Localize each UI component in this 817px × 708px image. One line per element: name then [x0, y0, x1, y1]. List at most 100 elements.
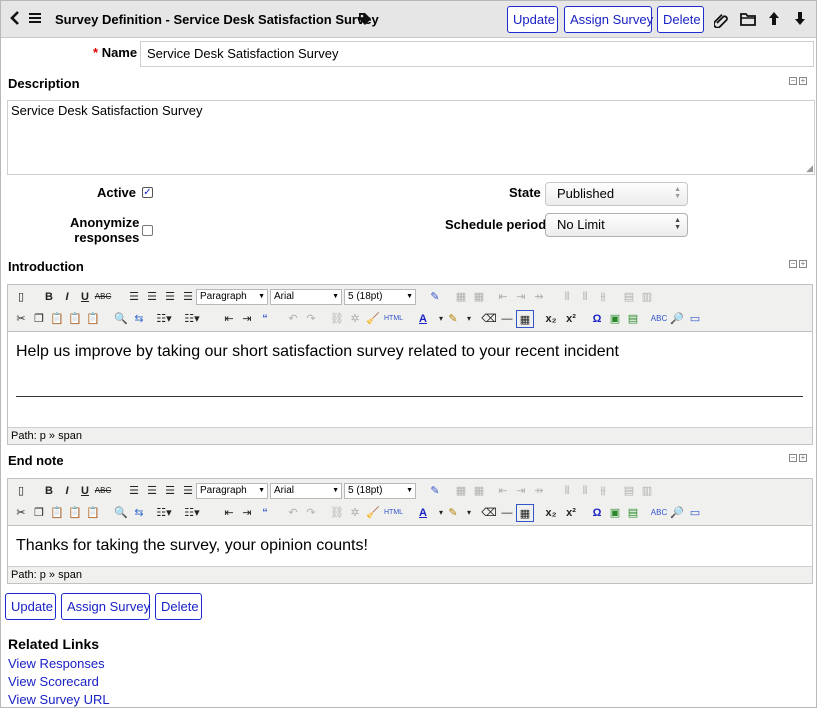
preview-icon[interactable]: 🔎: [668, 504, 686, 522]
view-responses-link[interactable]: View Responses: [8, 656, 105, 671]
col-before-icon[interactable]: ⫴: [558, 482, 576, 500]
align-justify-icon[interactable]: ☰: [179, 288, 197, 306]
html-source-icon[interactable]: HTML: [384, 504, 403, 522]
unlink-icon[interactable]: ✲: [346, 504, 364, 522]
view-scorecard-link[interactable]: View Scorecard: [8, 674, 99, 689]
spellcheck-icon[interactable]: ABC: [650, 310, 668, 328]
description-collapse-controls[interactable]: − +: [787, 76, 807, 85]
horizontal-rule-icon[interactable]: —: [498, 310, 516, 328]
subscript-icon[interactable]: x₂: [542, 310, 560, 328]
cut-icon[interactable]: ✂: [12, 310, 30, 328]
text-color-icon[interactable]: A: [414, 310, 432, 328]
visual-aid-icon[interactable]: ▦: [516, 310, 534, 328]
numbered-list-icon[interactable]: ☷▾: [183, 310, 201, 328]
bullet-list-icon[interactable]: ☷▾: [155, 310, 173, 328]
indent-icon[interactable]: ⇥: [238, 310, 256, 328]
align-center-icon[interactable]: ☰: [143, 482, 161, 500]
italic-icon[interactable]: I: [58, 482, 76, 500]
col-after-icon[interactable]: ⫴: [576, 288, 594, 306]
delete-col-icon[interactable]: ⫵: [594, 288, 612, 306]
folder-icon[interactable]: [740, 12, 756, 29]
replace-icon[interactable]: ⇆: [130, 310, 148, 328]
bold-icon[interactable]: B: [40, 288, 58, 306]
strikethrough-icon[interactable]: ABC: [94, 288, 112, 306]
arrow-down-icon[interactable]: [794, 11, 806, 29]
special-char-icon[interactable]: Ω: [588, 504, 606, 522]
replace-icon[interactable]: ⇆: [130, 504, 148, 522]
superscript-icon[interactable]: x²: [562, 504, 580, 522]
anonymize-checkbox[interactable]: [142, 225, 153, 236]
split-cells-icon[interactable]: ▥: [638, 288, 656, 306]
special-char-icon[interactable]: Ω: [588, 310, 606, 328]
undo-icon[interactable]: ↶: [284, 504, 302, 522]
row-after-icon[interactable]: ⇥: [512, 288, 530, 306]
table-props-icon[interactable]: ▦: [470, 482, 488, 500]
paste-icon[interactable]: 📋: [48, 310, 66, 328]
align-center-icon[interactable]: ☰: [143, 288, 161, 306]
back-chevron-icon[interactable]: [10, 10, 20, 31]
col-before-icon[interactable]: ⫴: [558, 288, 576, 306]
name-input[interactable]: Service Desk Satisfaction Survey: [140, 41, 814, 67]
schedule-period-select[interactable]: No Limit ▲ ▼: [545, 213, 688, 237]
edit-css-icon[interactable]: ✎: [426, 288, 444, 306]
introduction-collapse-controls[interactable]: − +: [787, 259, 807, 268]
resize-handle-icon[interactable]: ◢: [806, 163, 813, 174]
align-justify-icon[interactable]: ☰: [179, 482, 197, 500]
format-select[interactable]: Paragraph ▼: [196, 289, 268, 305]
highlight-dropdown-icon[interactable]: ▾: [460, 504, 478, 522]
font-family-select[interactable]: Arial ▼: [270, 483, 342, 499]
merge-cells-icon[interactable]: ▤: [620, 288, 638, 306]
link-icon[interactable]: ⛓: [328, 310, 346, 328]
strikethrough-icon[interactable]: ABC: [94, 482, 112, 500]
description-textarea[interactable]: Service Desk Satisfaction Survey ◢: [7, 100, 815, 175]
eraser-icon[interactable]: ⌫: [480, 504, 498, 522]
row-after-icon[interactable]: ⇥: [512, 482, 530, 500]
redo-icon[interactable]: ↷: [302, 310, 320, 328]
fullscreen-icon[interactable]: ▭: [686, 310, 704, 328]
footer-delete-button[interactable]: Delete: [155, 593, 202, 620]
align-right-icon[interactable]: ☰: [161, 482, 179, 500]
paste-word-icon[interactable]: 📋: [84, 504, 102, 522]
align-right-icon[interactable]: ☰: [161, 288, 179, 306]
visual-aid-icon[interactable]: ▦: [516, 504, 534, 522]
bullet-list-icon[interactable]: ☷▾: [155, 504, 173, 522]
blockquote-icon[interactable]: “: [256, 310, 274, 328]
font-size-select[interactable]: 5 (18pt) ▼: [344, 483, 416, 499]
media-icon[interactable]: ▤: [624, 504, 642, 522]
paperclip-icon[interactable]: [713, 12, 730, 31]
spellcheck-icon[interactable]: ABC: [650, 504, 668, 522]
table-props-icon[interactable]: ▦: [470, 288, 488, 306]
fullscreen-icon[interactable]: ▭: [686, 504, 704, 522]
superscript-icon[interactable]: x²: [562, 310, 580, 328]
underline-icon[interactable]: U: [76, 288, 94, 306]
outdent-icon[interactable]: ⇤: [220, 310, 238, 328]
html-source-icon[interactable]: HTML: [384, 310, 403, 328]
table-icon[interactable]: ▦: [452, 288, 470, 306]
outdent-icon[interactable]: ⇤: [220, 504, 238, 522]
table-icon[interactable]: ▦: [452, 482, 470, 500]
align-left-icon[interactable]: ☰: [125, 482, 143, 500]
highlight-dropdown-icon[interactable]: ▾: [460, 310, 478, 328]
blockquote-icon[interactable]: “: [256, 504, 274, 522]
col-after-icon[interactable]: ⫴: [576, 482, 594, 500]
end-note-content[interactable]: Thanks for taking the survey, your opini…: [8, 526, 812, 566]
footer-assign-survey-button[interactable]: Assign Survey: [61, 593, 150, 620]
font-family-select[interactable]: Arial ▼: [270, 289, 342, 305]
redo-icon[interactable]: ↷: [302, 504, 320, 522]
paste-text-icon[interactable]: 📋: [66, 310, 84, 328]
undo-icon[interactable]: ↶: [284, 310, 302, 328]
image-icon[interactable]: ▣: [606, 310, 624, 328]
new-document-icon[interactable]: ▯: [12, 288, 30, 306]
bold-icon[interactable]: B: [40, 482, 58, 500]
delete-row-icon[interactable]: ⇸: [530, 482, 548, 500]
align-left-icon[interactable]: ☰: [125, 288, 143, 306]
paste-text-icon[interactable]: 📋: [66, 504, 84, 522]
horizontal-rule-icon[interactable]: —: [498, 504, 516, 522]
find-icon[interactable]: 🔍: [112, 310, 130, 328]
arrow-up-icon[interactable]: [768, 11, 780, 29]
view-survey-url-link[interactable]: View Survey URL: [8, 692, 110, 707]
underline-icon[interactable]: U: [76, 482, 94, 500]
unlink-icon[interactable]: ✲: [346, 310, 364, 328]
assign-survey-button[interactable]: Assign Survey: [564, 6, 653, 33]
introduction-content[interactable]: Help us improve by taking our short sati…: [8, 332, 812, 427]
